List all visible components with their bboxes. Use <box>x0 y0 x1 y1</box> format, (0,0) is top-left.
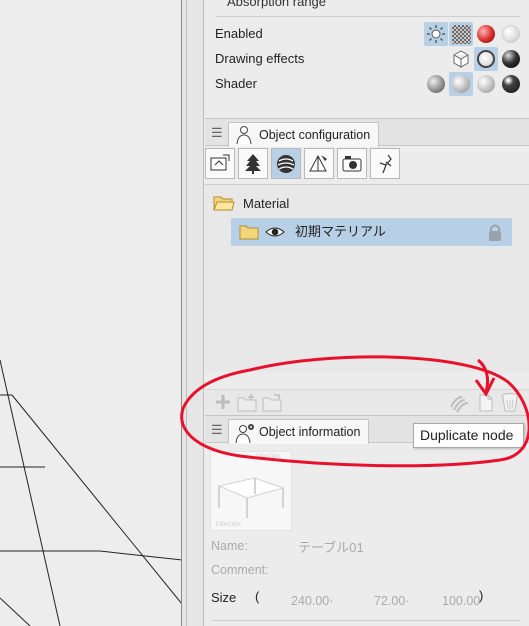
wireframe-cube-icon[interactable] <box>449 47 473 71</box>
thumbnail-dimension-text: 100x180x <box>215 522 242 528</box>
size-x-value: 240.00· <box>291 594 334 608</box>
right-panel-column: Absorption range Enabled Drawing effects <box>205 0 529 626</box>
dark-sphere-icon[interactable] <box>499 47 523 71</box>
floor-grid-lines <box>0 359 181 626</box>
tab-label: Object information <box>259 425 361 439</box>
trash-icon[interactable] <box>499 391 521 416</box>
transform-icon[interactable] <box>205 148 235 179</box>
comment-label: Comment: <box>211 563 269 577</box>
duplicate-node-icon[interactable] <box>477 393 495 416</box>
tab-object-configuration[interactable]: Object configuration <box>228 122 380 147</box>
object-configuration-header: ☰ Object configuration <box>205 118 529 147</box>
light-pyramid-icon[interactable] <box>304 148 334 179</box>
folder-move-icon[interactable] <box>262 393 284 416</box>
tree-node-label: Material <box>243 196 290 211</box>
red-sphere-icon[interactable] <box>474 22 498 46</box>
absorption-range-label: Absorption range <box>227 0 327 9</box>
size-z-value: 100.00 <box>442 594 481 608</box>
tree-node-material[interactable]: Material <box>213 190 289 218</box>
object-thumbnail: 100x240x 100x180x <box>210 451 292 531</box>
node-tree: Material 初期マテリアル <box>205 184 529 372</box>
eye-icon[interactable] <box>265 223 285 251</box>
size-close-paren: ) <box>479 588 484 603</box>
tab-object-information[interactable]: Object information <box>228 419 370 444</box>
name-label: Name: <box>211 539 248 553</box>
faded-sphere-icon[interactable] <box>499 22 523 46</box>
divider <box>215 16 521 17</box>
object-config-toolbar <box>205 148 529 182</box>
size-label: Size <box>211 590 237 605</box>
layered-sheets-icon[interactable] <box>448 393 470 416</box>
new-folder-icon[interactable] <box>237 393 259 416</box>
smooth-sphere-icon[interactable] <box>449 72 473 96</box>
tree-node-initial-material[interactable]: 初期マテリアル <box>231 218 512 246</box>
texture-pattern-icon[interactable] <box>449 22 473 46</box>
sun-icon[interactable] <box>424 22 448 46</box>
camera-icon[interactable] <box>337 148 367 179</box>
panel-menu-icon[interactable]: ☰ <box>211 125 223 141</box>
node-toolbar <box>205 389 529 415</box>
pose-figure-icon[interactable] <box>370 148 400 179</box>
shiny-black-sphere-icon[interactable] <box>499 72 523 96</box>
toon-sphere-icon[interactable] <box>424 72 448 96</box>
object-information-panel: 100x240x 100x180x Name: テーブル01 Comment: … <box>205 444 529 626</box>
tab-label: Object configuration <box>259 128 371 142</box>
tree-node-label: 初期マテリアル <box>295 224 386 239</box>
duplicate-node-tooltip: Duplicate node <box>413 423 524 448</box>
tree-icon[interactable] <box>238 148 268 179</box>
panel-splitter[interactable] <box>182 0 204 626</box>
size-open-paren: ( <box>255 589 260 604</box>
panel-menu-icon[interactable]: ☰ <box>211 422 223 438</box>
shader-options <box>424 72 523 96</box>
shader-label: Shader <box>215 76 257 91</box>
outline-sphere-icon[interactable] <box>474 47 498 71</box>
thumbnail-dimension-text: 100x240x <box>255 454 282 460</box>
material-sphere-icon[interactable] <box>271 148 301 179</box>
drawing-effects-label: Drawing effects <box>215 51 305 66</box>
folder-icon <box>239 223 259 251</box>
enabled-options <box>424 22 523 46</box>
divider <box>211 620 521 621</box>
size-y-value: 72.00· <box>374 594 410 608</box>
viewport-canvas[interactable] <box>0 0 182 626</box>
material-properties: Absorption range Enabled Drawing effects <box>205 0 529 118</box>
table-preview-icon <box>217 477 285 518</box>
name-value[interactable]: テーブル01 <box>298 537 364 556</box>
lock-icon[interactable] <box>486 223 504 252</box>
glossy-sphere-icon[interactable] <box>474 72 498 96</box>
drawing-effects-options <box>449 47 523 71</box>
enabled-label: Enabled <box>215 26 263 41</box>
add-node-icon[interactable] <box>214 393 232 414</box>
